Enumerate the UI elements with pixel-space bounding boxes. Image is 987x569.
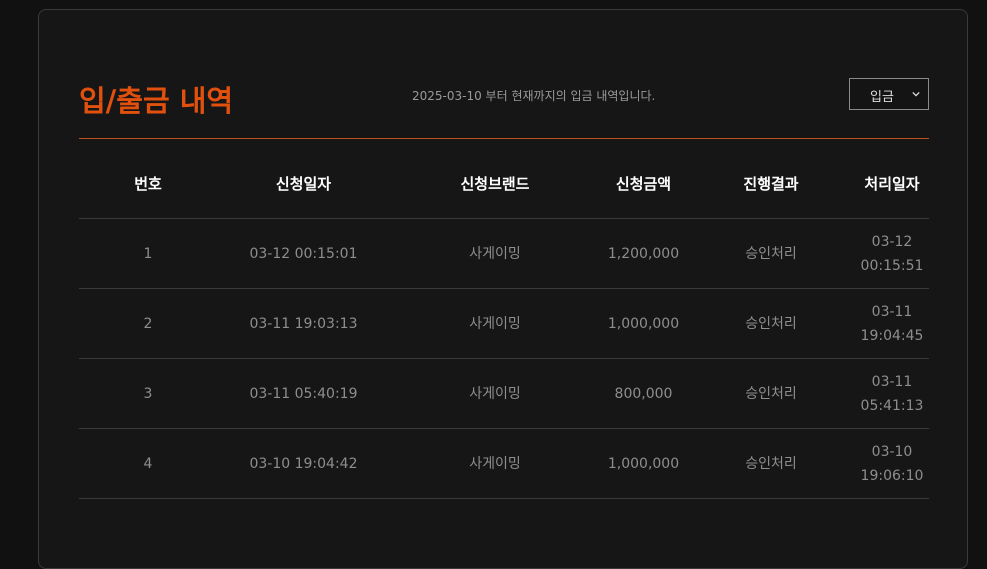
row-process-date: 03-12 00:15:51 xyxy=(855,218,929,289)
chevron-down-icon xyxy=(912,91,920,97)
header-process-date: 처리일자 xyxy=(855,148,929,219)
select-value: 입금 xyxy=(870,90,894,105)
row-no: 1 xyxy=(79,218,217,289)
process-date: 03-10 xyxy=(871,443,913,460)
page-title: 입/출금 내역 xyxy=(79,84,234,118)
row-amount: 1,200,000 xyxy=(600,218,687,289)
transaction-type-select[interactable]: 입금 xyxy=(849,78,929,110)
row-brand: 사게이밍 xyxy=(390,358,600,429)
row-request-date: 03-12 00:15:01 xyxy=(217,218,390,289)
table-row: 2 03-11 19:03:13 사게이밍 1,000,000 승인처리 03-… xyxy=(79,288,929,359)
row-process-date: 03-11 19:04:45 xyxy=(855,288,929,359)
history-panel: 입/출금 내역 2025-03-10 부터 현재까지의 입금 내역입니다. 입금… xyxy=(38,9,968,569)
process-time: 19:06:10 xyxy=(860,467,924,484)
row-no: 2 xyxy=(79,288,217,359)
table-row: 4 03-10 19:04:42 사게이밍 1,000,000 승인처리 03-… xyxy=(79,428,929,499)
row-request-date: 03-11 05:40:19 xyxy=(217,358,390,429)
row-brand: 사게이밍 xyxy=(390,288,600,359)
row-process-date: 03-11 05:41:13 xyxy=(855,358,929,429)
row-request-date: 03-10 19:04:42 xyxy=(217,428,390,499)
row-amount: 1,000,000 xyxy=(600,288,687,359)
process-date: 03-11 xyxy=(871,373,913,390)
header-result: 진행결과 xyxy=(687,148,855,219)
process-time: 19:04:45 xyxy=(860,327,924,344)
header-amount: 신청금액 xyxy=(600,148,687,219)
row-result: 승인처리 xyxy=(687,428,855,499)
table-row: 3 03-11 05:40:19 사게이밍 800,000 승인처리 03-11… xyxy=(79,358,929,429)
header-brand: 신청브랜드 xyxy=(390,148,600,219)
row-brand: 사게이밍 xyxy=(390,428,600,499)
date-range-notice: 2025-03-10 부터 현재까지의 입금 내역입니다. xyxy=(412,89,656,103)
row-result: 승인처리 xyxy=(687,218,855,289)
row-result: 승인처리 xyxy=(687,288,855,359)
panel-header: 입/출금 내역 2025-03-10 부터 현재까지의 입금 내역입니다. 입금 xyxy=(79,70,929,139)
history-table: 번호 신청일자 신청브랜드 신청금액 진행결과 처리일자 1 03-12 00:… xyxy=(79,148,929,499)
header-no: 번호 xyxy=(79,148,217,219)
row-amount: 800,000 xyxy=(600,358,687,429)
header-request-date: 신청일자 xyxy=(217,148,390,219)
table-header-row: 번호 신청일자 신청브랜드 신청금액 진행결과 처리일자 xyxy=(79,148,929,219)
row-process-date: 03-10 19:06:10 xyxy=(855,428,929,499)
row-request-date: 03-11 19:03:13 xyxy=(217,288,390,359)
row-amount: 1,000,000 xyxy=(600,428,687,499)
process-time: 00:15:51 xyxy=(860,257,924,274)
row-result: 승인처리 xyxy=(687,358,855,429)
process-date: 03-12 xyxy=(871,233,913,250)
process-date: 03-11 xyxy=(871,303,913,320)
row-no: 4 xyxy=(79,428,217,499)
row-brand: 사게이밍 xyxy=(390,218,600,289)
process-time: 05:41:13 xyxy=(860,397,924,414)
table-row: 1 03-12 00:15:01 사게이밍 1,200,000 승인처리 03-… xyxy=(79,218,929,289)
row-no: 3 xyxy=(79,358,217,429)
